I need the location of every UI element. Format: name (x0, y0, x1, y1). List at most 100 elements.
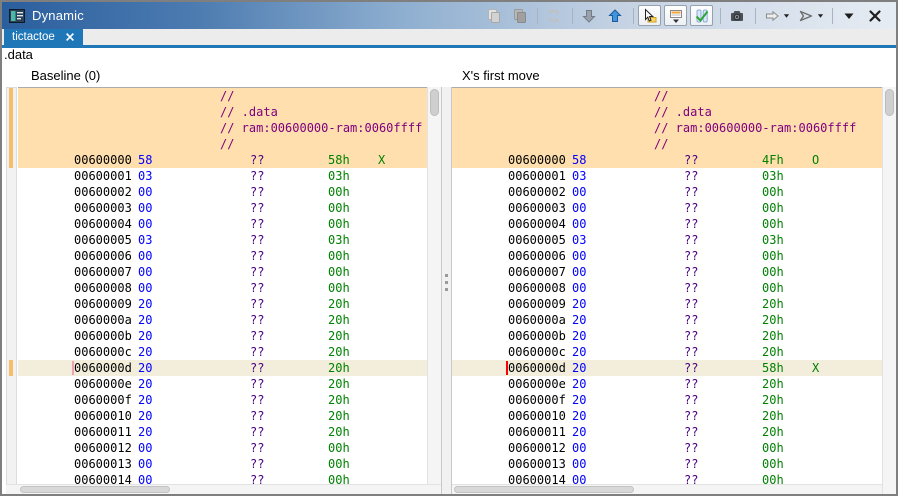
memory-row[interactable]: 0060001300??00h (452, 456, 882, 472)
memory-row[interactable]: 0060000c20??20h (452, 344, 882, 360)
memory-row[interactable]: 0060000700??00h (18, 264, 427, 280)
memory-row[interactable]: 0060000f20??20h (18, 392, 427, 408)
address-cell: 00600000 (508, 152, 566, 168)
memory-row[interactable]: 0060001020??20h (452, 408, 882, 424)
mnemonic-cell: ?? (250, 216, 264, 232)
horizontal-scrollbar[interactable] (6, 484, 441, 494)
value-cell: 20h (762, 424, 784, 440)
memory-row[interactable]: 0060000c20??20h (18, 344, 427, 360)
comment-line: // .data (654, 104, 712, 120)
memory-row[interactable]: 0060000e20??20h (452, 376, 882, 392)
address-cell: 00600005 (74, 232, 132, 248)
memory-row[interactable]: 0060000800??00h (18, 280, 427, 296)
panel-splitter[interactable] (441, 87, 452, 494)
listing-format-button[interactable] (664, 5, 687, 26)
memory-row[interactable]: 0060000058??58hX (18, 152, 427, 168)
track-location-icon (798, 8, 814, 24)
vertical-scrollbar[interactable] (427, 87, 441, 494)
memory-row[interactable]: 0060001120??20h (452, 424, 882, 440)
splitter-grip-dot (445, 274, 448, 277)
memory-row[interactable]: 0060000920??20h (18, 296, 427, 312)
arrow-down-button[interactable] (577, 5, 600, 26)
mnemonic-cell: ?? (684, 296, 698, 312)
diff-view-button[interactable] (690, 5, 713, 26)
toolbar-separator (720, 8, 721, 24)
value-cell: 00h (762, 216, 784, 232)
memory-row[interactable]: 0060000400??00h (452, 216, 882, 232)
value-cell: 20h (328, 392, 350, 408)
memory-row[interactable]: 0060001200??00h (452, 440, 882, 456)
arrow-up-button[interactable] (603, 5, 626, 26)
memory-row[interactable]: 0060000103??03h (18, 168, 427, 184)
refresh-icon (546, 8, 562, 24)
memory-row[interactable]: 0060001200??00h (18, 440, 427, 456)
memory-row[interactable]: 0060000503??03h (18, 232, 427, 248)
memory-row[interactable]: 0060000d20??58hX (452, 360, 882, 376)
memory-row[interactable]: 0060000200??00h (452, 184, 882, 200)
select-cursor-icon (642, 8, 658, 24)
memory-row[interactable]: 0060000503??03h (452, 232, 882, 248)
listing-format-icon (668, 8, 684, 24)
close-button[interactable] (863, 5, 886, 26)
scrollbar-thumb[interactable] (885, 89, 894, 116)
goto-arrow-button[interactable] (760, 5, 783, 26)
byte-cell: 00 (572, 184, 586, 200)
memory-row[interactable]: 0060000200??00h (18, 184, 427, 200)
memory-row[interactable]: 0060000300??00h (18, 200, 427, 216)
memory-row[interactable]: 0060000920??20h (452, 296, 882, 312)
splitter-grip-dot (445, 288, 448, 291)
address-cell: 00600008 (508, 280, 566, 296)
memory-row[interactable]: 0060000600??00h (18, 248, 427, 264)
value-cell: 20h (762, 392, 784, 408)
paste-icon (511, 8, 527, 24)
memory-row[interactable]: 0060000b20??20h (452, 328, 882, 344)
memory-row[interactable]: 0060000800??00h (452, 280, 882, 296)
memory-row[interactable]: 0060000b20??20h (18, 328, 427, 344)
comment-line: // (654, 88, 668, 104)
memory-row[interactable]: 0060000d20??20h (18, 360, 427, 376)
tab-tictactoe[interactable]: tictactoe (4, 29, 83, 45)
memory-row[interactable]: 0060000058??4FhO (452, 152, 882, 168)
refresh-button[interactable] (542, 5, 565, 26)
value-cell: 00h (762, 264, 784, 280)
value-cell: 20h (762, 376, 784, 392)
byte-cell: 00 (138, 248, 152, 264)
paste-button[interactable] (507, 5, 530, 26)
scrollbar-thumb[interactable] (454, 486, 634, 493)
goto-arrow-dropdown-caret-icon[interactable] (783, 13, 790, 19)
track-location-dropdown-caret-icon[interactable] (817, 13, 824, 19)
memory-row[interactable]: 0060001120??20h (18, 424, 427, 440)
byte-cell: 00 (138, 200, 152, 216)
mnemonic-cell: ?? (250, 392, 264, 408)
byte-cell: 00 (572, 216, 586, 232)
mnemonic-cell: ?? (250, 376, 264, 392)
horizontal-scrollbar[interactable] (452, 484, 882, 494)
byte-cell: 20 (138, 360, 152, 376)
comment-line: // (654, 136, 668, 152)
memory-row[interactable]: 0060000a20??20h (452, 312, 882, 328)
select-cursor-button[interactable] (638, 5, 661, 26)
copy-button[interactable] (481, 5, 504, 26)
memory-row[interactable]: 0060000600??00h (452, 248, 882, 264)
address-cell: 00600006 (508, 248, 566, 264)
memory-row[interactable]: 0060000103??03h (452, 168, 882, 184)
memory-row[interactable]: 0060000a20??20h (18, 312, 427, 328)
value-cell: 20h (328, 328, 350, 344)
memory-row[interactable]: 0060001300??00h (18, 456, 427, 472)
tab-close-icon[interactable] (65, 32, 75, 42)
memory-row[interactable]: 0060000700??00h (452, 264, 882, 280)
mnemonic-cell: ?? (250, 200, 264, 216)
scrollbar-thumb[interactable] (20, 486, 170, 493)
snapshot-camera-button[interactable] (725, 5, 748, 26)
memory-row[interactable]: 0060000e20??20h (18, 376, 427, 392)
scrollbar-thumb[interactable] (430, 89, 439, 116)
vertical-scrollbar[interactable] (882, 87, 896, 494)
memory-row[interactable]: 0060000300??00h (452, 200, 882, 216)
memory-row[interactable]: 0060000400??00h (18, 216, 427, 232)
track-location-button[interactable] (794, 5, 817, 26)
mnemonic-cell: ?? (250, 184, 264, 200)
memory-row[interactable]: 0060000f20??20h (452, 392, 882, 408)
menu-caret-button[interactable] (837, 5, 860, 26)
diff-view-icon (694, 8, 710, 24)
memory-row[interactable]: 0060001020??20h (18, 408, 427, 424)
